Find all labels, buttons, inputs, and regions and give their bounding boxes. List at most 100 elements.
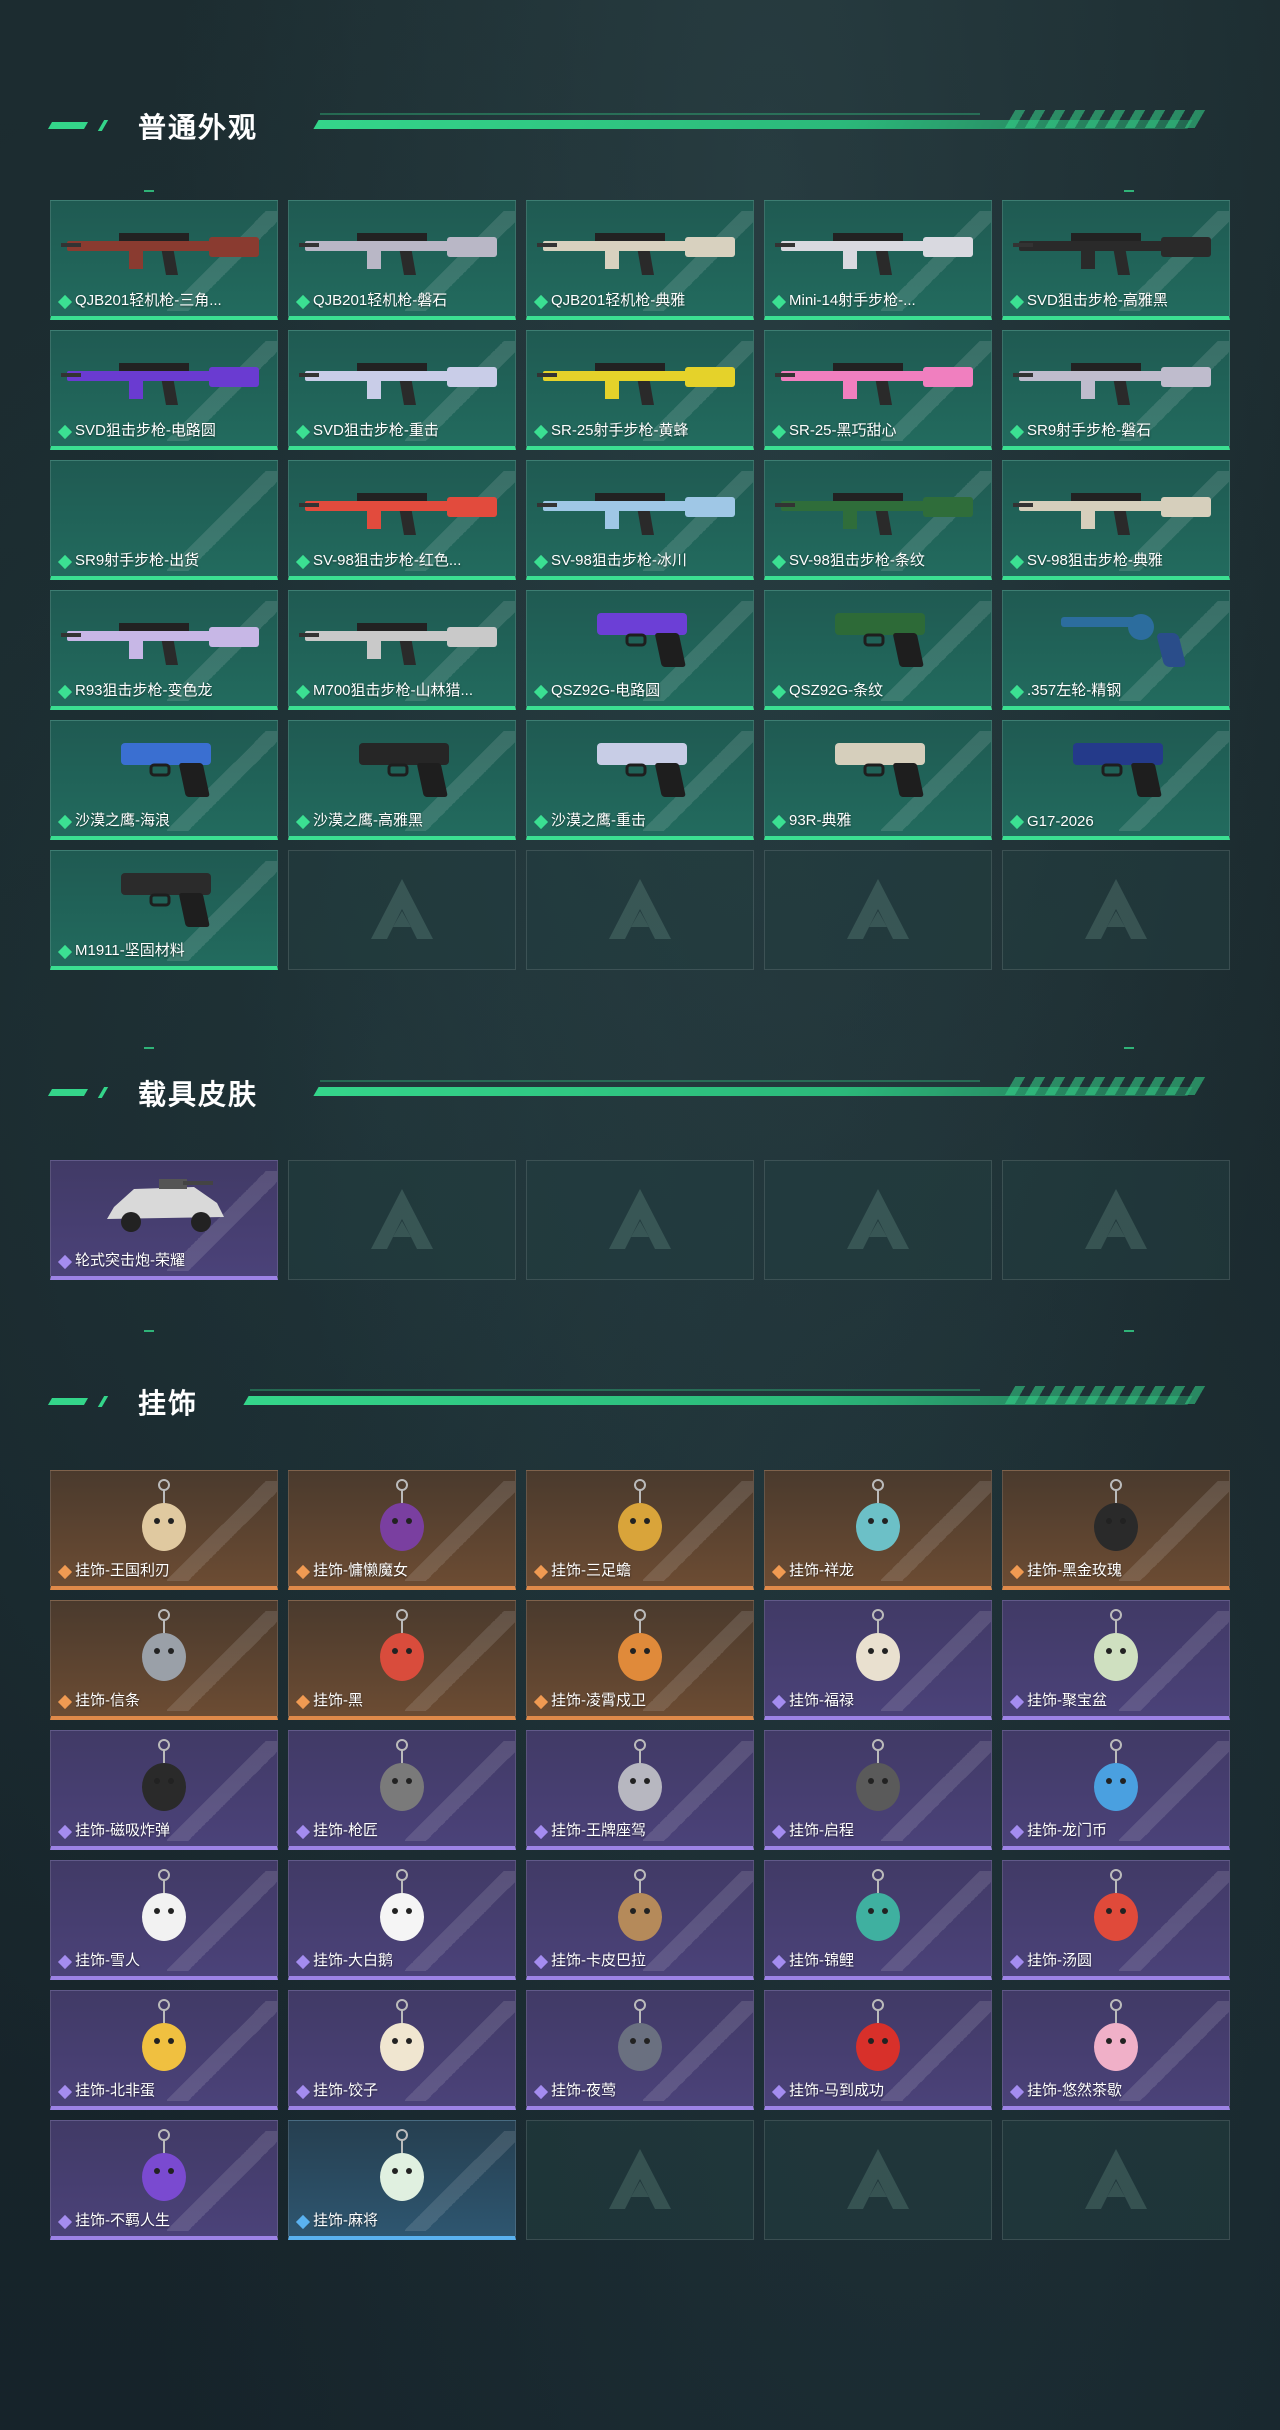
rifle-icon	[51, 597, 277, 675]
weapon-skin-card[interactable]: SV-98狙击步枪-条纹	[764, 460, 992, 580]
charm-card[interactable]: 挂饰-聚宝盆	[1002, 1600, 1230, 1720]
rarity-diamond-icon	[295, 2084, 311, 2100]
weapon-skin-card[interactable]: SR-25射手步枪-黄蜂	[526, 330, 754, 450]
charm-card[interactable]: 挂饰-北非蛋	[50, 1990, 278, 2110]
placeholder-logo-icon	[609, 879, 671, 939]
empty-slot	[764, 1160, 992, 1280]
weapon-skin-card[interactable]: 沙漠之鹰-重击	[526, 720, 754, 840]
placeholder-logo-icon	[1085, 1189, 1147, 1249]
weapon-skin-card[interactable]: G17-2026	[1002, 720, 1230, 840]
charm-card[interactable]: 挂饰-启程	[764, 1730, 992, 1850]
charm-card[interactable]: 挂饰-福禄	[764, 1600, 992, 1720]
item-name: SVD狙击步枪-重击	[313, 422, 439, 439]
weapon-skin-card[interactable]: QJB201轻机枪-磐石	[288, 200, 516, 320]
weapon-skin-card[interactable]: M700狙击步枪-山林猎...	[288, 590, 516, 710]
charm-card[interactable]: 挂饰-枪匠	[288, 1730, 516, 1850]
rarity-diamond-icon	[1009, 424, 1025, 440]
charm-card[interactable]: 挂饰-锦鲤	[764, 1860, 992, 1980]
charm-card[interactable]: 挂饰-王牌座驾	[526, 1730, 754, 1850]
rarity-diamond-icon	[57, 424, 73, 440]
charm-card[interactable]: 挂饰-夜莺	[526, 1990, 754, 2110]
header-checker	[1004, 1077, 1206, 1095]
charm-card[interactable]: 挂饰-悠然茶歇	[1002, 1990, 1230, 2110]
weapon-skin-card[interactable]: QJB201轻机枪-三角...	[50, 200, 278, 320]
rarity-diamond-icon	[1009, 1694, 1025, 1710]
charm-card[interactable]: 挂饰-三足蟾	[526, 1470, 754, 1590]
rarity-diamond-icon	[771, 684, 787, 700]
weapon-skin-card[interactable]: 沙漠之鹰-高雅黑	[288, 720, 516, 840]
rifle-icon	[1003, 467, 1229, 545]
rifle-icon	[289, 337, 515, 415]
rarity-diamond-icon	[57, 1254, 73, 1270]
rarity-diamond-icon	[57, 2214, 73, 2230]
charm-card[interactable]: 挂饰-祥龙	[764, 1470, 992, 1590]
charm-icon	[289, 1477, 515, 1555]
rarity-diamond-icon	[295, 554, 311, 570]
charm-icon	[527, 1477, 753, 1555]
weapon-skin-card[interactable]: Mini-14射手步枪-...	[764, 200, 992, 320]
charm-card[interactable]: 挂饰-黑	[288, 1600, 516, 1720]
corner-tick	[144, 1047, 154, 1049]
pistol-icon	[527, 727, 753, 805]
charm-card[interactable]: 挂饰-雪人	[50, 1860, 278, 1980]
rarity-diamond-icon	[533, 1694, 549, 1710]
pistol-icon	[765, 727, 991, 805]
weapon-skin-card[interactable]: M1911-坚固材料	[50, 850, 278, 970]
weapon-skin-card[interactable]: .357左轮-精钢	[1002, 590, 1230, 710]
item-name: 挂饰-龙门币	[1027, 1822, 1107, 1839]
weapon-skin-card[interactable]: SV-98狙击步枪-典雅	[1002, 460, 1230, 580]
item-name: 挂饰-启程	[789, 1822, 854, 1839]
weapon-skin-card[interactable]: SV-98狙击步枪-冰川	[526, 460, 754, 580]
placeholder-logo-icon	[371, 879, 433, 939]
charm-card[interactable]: 挂饰-卡皮巴拉	[526, 1860, 754, 1980]
charm-card[interactable]: 挂饰-汤圆	[1002, 1860, 1230, 1980]
charm-card[interactable]: 挂饰-黑金玫瑰	[1002, 1470, 1230, 1590]
charm-card[interactable]: 挂饰-凌霄戍卫	[526, 1600, 754, 1720]
rarity-diamond-icon	[295, 294, 311, 310]
item-name: 沙漠之鹰-重击	[551, 812, 646, 829]
charm-card[interactable]: 挂饰-慵懒魔女	[288, 1470, 516, 1590]
rarity-diamond-icon	[771, 1954, 787, 1970]
rarity-diamond-icon	[771, 2084, 787, 2100]
vehicle-skin-card[interactable]: 轮式突击炮-荣耀	[50, 1160, 278, 1280]
item-name: 挂饰-祥龙	[789, 1562, 854, 1579]
weapon-skin-card[interactable]: SR9射手步枪-磐石	[1002, 330, 1230, 450]
charm-card[interactable]: 挂饰-龙门币	[1002, 1730, 1230, 1850]
rifle-icon	[289, 467, 515, 545]
charm-card[interactable]: 挂饰-不羁人生	[50, 2120, 278, 2240]
item-name: 挂饰-王国利刃	[75, 1562, 170, 1579]
charm-card[interactable]: 挂饰-马到成功	[764, 1990, 992, 2110]
charm-card[interactable]: 挂饰-饺子	[288, 1990, 516, 2110]
rarity-diamond-icon	[1009, 814, 1025, 830]
charm-icon	[765, 1997, 991, 2075]
charm-icon	[51, 1997, 277, 2075]
weapon-skin-card[interactable]: QSZ92G-条纹	[764, 590, 992, 710]
charm-card[interactable]: 挂饰-大白鹅	[288, 1860, 516, 1980]
item-name: QJB201轻机枪-磐石	[313, 292, 448, 309]
weapon-skin-card[interactable]: 93R-典雅	[764, 720, 992, 840]
weapon-skin-card[interactable]: SR-25-黑巧甜心	[764, 330, 992, 450]
weapon-skin-card[interactable]: SVD狙击步枪-电路圆	[50, 330, 278, 450]
placeholder-logo-icon	[609, 2149, 671, 2209]
rarity-diamond-icon	[533, 2084, 549, 2100]
weapon-skin-card[interactable]: R93狙击步枪-变色龙	[50, 590, 278, 710]
item-name: 挂饰-聚宝盆	[1027, 1692, 1107, 1709]
charm-card[interactable]: 挂饰-信条	[50, 1600, 278, 1720]
weapon-skin-card[interactable]: SR9射手步枪-出货	[50, 460, 278, 580]
corner-tick	[1124, 1330, 1134, 1332]
rarity-diamond-icon	[771, 424, 787, 440]
rifle-icon	[51, 337, 277, 415]
weapon-skin-card[interactable]: QSZ92G-电路圆	[526, 590, 754, 710]
charm-card[interactable]: 挂饰-磁吸炸弹	[50, 1730, 278, 1850]
weapon-skin-card[interactable]: QJB201轻机枪-典雅	[526, 200, 754, 320]
rarity-diamond-icon	[295, 1954, 311, 1970]
weapon-skin-card[interactable]: 沙漠之鹰-海浪	[50, 720, 278, 840]
charm-card[interactable]: 挂饰-王国利刃	[50, 1470, 278, 1590]
rarity-diamond-icon	[295, 814, 311, 830]
weapon-skin-card[interactable]: SV-98狙击步枪-红色...	[288, 460, 516, 580]
header-accent	[97, 1396, 109, 1407]
weapon-skin-card[interactable]: SVD狙击步枪-重击	[288, 330, 516, 450]
weapon-skin-card[interactable]: SVD狙击步枪-高雅黑	[1002, 200, 1230, 320]
charm-card[interactable]: 挂饰-麻将	[288, 2120, 516, 2240]
item-name: QSZ92G-条纹	[789, 682, 884, 699]
